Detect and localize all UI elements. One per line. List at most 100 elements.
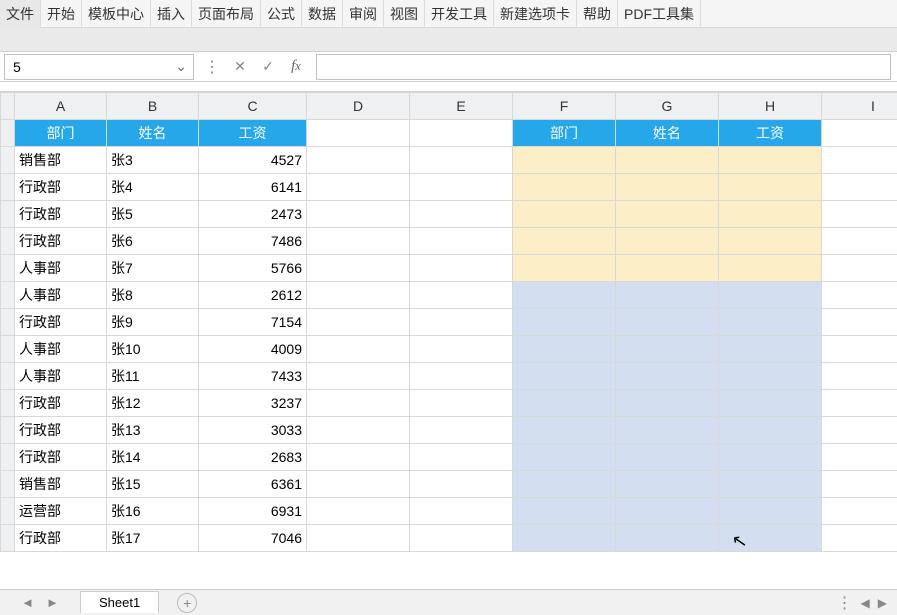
row-header[interactable] <box>1 471 15 498</box>
cell[interactable]: 张13 <box>107 417 199 444</box>
cell[interactable] <box>513 282 616 309</box>
cell[interactable]: 2683 <box>199 444 307 471</box>
cell[interactable] <box>719 444 822 471</box>
cell[interactable]: 人事部 <box>15 282 107 309</box>
cell[interactable]: 行政部 <box>15 309 107 336</box>
tab-nav-prev[interactable]: ◄ <box>17 595 38 610</box>
ribbon-item[interactable]: 文件 <box>0 0 41 28</box>
tab-nav-next[interactable]: ► <box>42 595 63 610</box>
cell[interactable] <box>307 363 410 390</box>
row-header[interactable] <box>1 417 15 444</box>
sheet-tab-active[interactable]: Sheet1 <box>80 591 159 613</box>
row-header[interactable] <box>1 174 15 201</box>
cell[interactable] <box>513 417 616 444</box>
cell[interactable]: 人事部 <box>15 336 107 363</box>
column-header[interactable]: H <box>719 93 822 120</box>
cell[interactable]: 4527 <box>199 147 307 174</box>
column-header[interactable]: C <box>199 93 307 120</box>
row-header[interactable] <box>1 228 15 255</box>
cell[interactable] <box>410 417 513 444</box>
row-header[interactable] <box>1 255 15 282</box>
chevron-down-icon[interactable]: ⌄ <box>175 58 187 75</box>
cell[interactable] <box>307 390 410 417</box>
ribbon-item[interactable]: 数据 <box>302 0 343 28</box>
add-sheet-button[interactable]: + <box>177 593 197 613</box>
cell[interactable]: 人事部 <box>15 363 107 390</box>
row-header[interactable] <box>1 336 15 363</box>
cell[interactable] <box>719 498 822 525</box>
row-header[interactable] <box>1 282 15 309</box>
cell[interactable] <box>822 390 897 417</box>
cell[interactable]: 张17 <box>107 525 199 552</box>
cell[interactable]: 部门 <box>513 120 616 147</box>
cell[interactable] <box>616 309 719 336</box>
cell[interactable]: 行政部 <box>15 174 107 201</box>
cell[interactable] <box>822 417 897 444</box>
cell[interactable] <box>719 147 822 174</box>
name-box[interactable]: 5 ⌄ <box>4 54 194 80</box>
ribbon-item[interactable]: 页面布局 <box>192 0 261 28</box>
ribbon-item[interactable]: 公式 <box>261 0 302 28</box>
cancel-formula-button[interactable]: ✕ <box>226 54 254 80</box>
cell[interactable] <box>410 498 513 525</box>
row-header[interactable] <box>1 498 15 525</box>
cell[interactable] <box>307 444 410 471</box>
select-all-corner[interactable] <box>1 93 15 120</box>
cell[interactable] <box>719 336 822 363</box>
cell[interactable]: 销售部 <box>15 147 107 174</box>
ribbon-item[interactable]: PDF工具集 <box>618 0 701 28</box>
cell[interactable] <box>307 336 410 363</box>
cell[interactable]: 人事部 <box>15 255 107 282</box>
cell[interactable]: 7486 <box>199 228 307 255</box>
cell[interactable]: 行政部 <box>15 444 107 471</box>
cell[interactable] <box>513 390 616 417</box>
cell[interactable] <box>307 255 410 282</box>
cell[interactable]: 张15 <box>107 471 199 498</box>
cell[interactable] <box>719 363 822 390</box>
ribbon-item[interactable]: 视图 <box>384 0 425 28</box>
cell[interactable] <box>719 228 822 255</box>
cell[interactable] <box>719 174 822 201</box>
cell[interactable] <box>410 444 513 471</box>
cell[interactable] <box>307 201 410 228</box>
cell[interactable] <box>307 147 410 174</box>
cell[interactable] <box>719 201 822 228</box>
cell[interactable] <box>410 201 513 228</box>
cell[interactable] <box>307 417 410 444</box>
cell[interactable]: 行政部 <box>15 525 107 552</box>
fx-icon[interactable]: fx <box>282 54 310 80</box>
cell[interactable] <box>822 444 897 471</box>
row-header[interactable] <box>1 201 15 228</box>
ribbon-item[interactable]: 开始 <box>41 0 82 28</box>
cell[interactable]: 行政部 <box>15 201 107 228</box>
ribbon-item[interactable]: 开发工具 <box>425 0 494 28</box>
cell[interactable]: 张10 <box>107 336 199 363</box>
column-header[interactable]: F <box>513 93 616 120</box>
cell[interactable] <box>822 174 897 201</box>
column-header[interactable]: E <box>410 93 513 120</box>
cell[interactable]: 6931 <box>199 498 307 525</box>
cell[interactable] <box>410 147 513 174</box>
cell[interactable] <box>307 282 410 309</box>
row-header[interactable] <box>1 309 15 336</box>
ribbon-item[interactable]: 审阅 <box>343 0 384 28</box>
cell[interactable] <box>410 309 513 336</box>
cell[interactable] <box>513 228 616 255</box>
cell[interactable] <box>719 390 822 417</box>
cell[interactable] <box>307 120 410 147</box>
cell[interactable] <box>410 228 513 255</box>
cell[interactable]: 7046 <box>199 525 307 552</box>
cell[interactable] <box>719 309 822 336</box>
cell[interactable]: 工资 <box>719 120 822 147</box>
scroll-right-icon[interactable]: ▶ <box>878 596 887 610</box>
cell[interactable] <box>513 471 616 498</box>
cell[interactable] <box>616 228 719 255</box>
cell[interactable]: 张8 <box>107 282 199 309</box>
cell[interactable] <box>616 255 719 282</box>
cell[interactable] <box>616 390 719 417</box>
cell[interactable] <box>719 282 822 309</box>
row-header[interactable] <box>1 390 15 417</box>
row-header[interactable] <box>1 444 15 471</box>
row-header[interactable] <box>1 120 15 147</box>
cell[interactable] <box>513 363 616 390</box>
